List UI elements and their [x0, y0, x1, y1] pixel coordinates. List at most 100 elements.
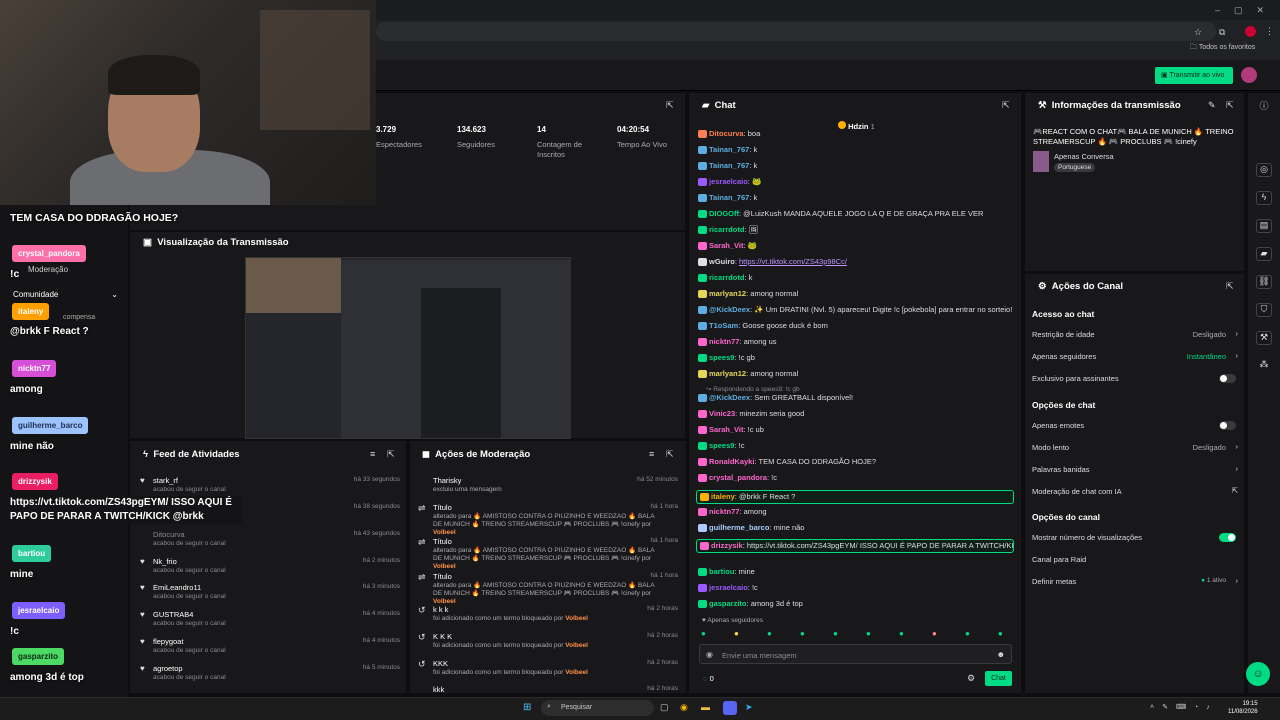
chat-username[interactable]: italeny: [711, 492, 735, 501]
ai-moderation-row[interactable]: Moderação de chat com IA ⇱: [1032, 486, 1238, 499]
chat-message[interactable]: @KickDeex: ✨ Um DRATINI (Nvl. 5) aparece…: [698, 305, 1016, 315]
assistant-fab[interactable]: ☺: [1246, 662, 1270, 686]
chat-username[interactable]: DIOGOff: [709, 209, 739, 218]
profile-avatar[interactable]: [1245, 26, 1256, 37]
chat-message[interactable]: ricarrdotd: k: [698, 273, 1016, 283]
tab-strip[interactable]: [376, 0, 1280, 20]
chat-message[interactable]: DIOGOff: @LuizKush MANDA AQUELE JOGO LA …: [698, 209, 1016, 219]
chat-input[interactable]: ◉ Envie uma mensagem ☻: [699, 644, 1012, 664]
feed-user[interactable]: flepygoat: [153, 637, 183, 646]
chat-message[interactable]: italeny: @brkk F React ?: [696, 490, 1014, 504]
chat-message[interactable]: guilherme_barco: mine não: [698, 523, 1016, 533]
folder-icon[interactable]: ▬: [701, 702, 710, 712]
chat-message[interactable]: Vinic23: minezim seria good: [698, 409, 1016, 419]
popout-icon[interactable]: ⇱: [666, 100, 674, 111]
chat-message[interactable]: marlyan12: among normal: [698, 289, 1016, 299]
obs-icon[interactable]: ◎: [1256, 163, 1272, 177]
chat-username[interactable]: RonaldKayki: [709, 457, 754, 466]
apps-icon[interactable]: ⁂: [1256, 359, 1272, 373]
taskbar-clock[interactable]: 19:15 11/08/2026: [1228, 700, 1258, 716]
channel-points[interactable]: ◌ 0: [703, 674, 714, 683]
subs-only-toggle[interactable]: [1219, 374, 1236, 383]
emote-icon[interactable]: ●: [899, 629, 904, 638]
mod-by[interactable]: Volbeel: [565, 642, 588, 649]
raid-row[interactable]: Canal para Raid: [1032, 555, 1238, 567]
chat-username[interactable]: Sarah_Vit: [709, 425, 743, 434]
chat-username[interactable]: Sarah_Vit: [709, 241, 743, 250]
chat-message[interactable]: ricarrdotd: 🖼: [698, 225, 1016, 235]
chat-message[interactable]: drizzysik: https://vt.tiktok.com/ZS43pgE…: [696, 539, 1014, 553]
taskbar-search[interactable]: ⌕ Pesquisar: [541, 700, 654, 716]
chat-message[interactable]: T1oSam: Goose goose duck é bom: [698, 321, 1016, 331]
feed-user[interactable]: agroetop: [153, 664, 183, 673]
mod-by[interactable]: Volbeel: [433, 529, 456, 536]
chat-bubble-icon[interactable]: ▰: [1256, 247, 1272, 261]
emotes-only-toggle[interactable]: [1219, 421, 1236, 430]
chat-username[interactable]: spees9: [709, 441, 734, 450]
chat-message[interactable]: spees9: !c: [698, 441, 1016, 451]
chat-username[interactable]: Vinic23: [709, 409, 735, 418]
chat-username[interactable]: ricarrdotd: [709, 273, 744, 282]
shield-icon[interactable]: ⛉: [1256, 303, 1272, 317]
emote-icon[interactable]: ●: [800, 629, 805, 638]
chat-message[interactable]: wGuiro: https://vt.tiktok.com/ZS43p98Cc/: [698, 257, 1016, 267]
emoji-icon[interactable]: ◉: [706, 650, 713, 659]
mod-by[interactable]: Volbeel: [433, 563, 456, 570]
emote-icon[interactable]: ●: [701, 629, 706, 638]
menu-icon[interactable]: ⋮: [1265, 26, 1274, 37]
emote-icon[interactable]: ●: [734, 629, 739, 638]
star-icon[interactable]: ☆: [1194, 27, 1202, 38]
chat-username[interactable]: jesraelcaio: [709, 177, 748, 186]
chat-username[interactable]: nicktn77: [709, 507, 739, 516]
feed-user[interactable]: stark_rf: [153, 476, 178, 485]
popout-icon[interactable]: ⇱: [1226, 100, 1234, 111]
chat-message[interactable]: Sarah_Vit: !c ub: [698, 425, 1016, 435]
show-viewers-toggle[interactable]: [1219, 533, 1236, 542]
popout-icon[interactable]: ⇱: [387, 449, 395, 460]
link-icon[interactable]: ⛓: [1256, 275, 1272, 289]
chat-message[interactable]: crystal_pandora: !c: [698, 473, 1016, 483]
chat-message[interactable]: RonaldKayki: TEM CASA DO DDRAGÃO HOJE?: [698, 457, 1016, 467]
chat-message[interactable]: nicktn77: among: [698, 507, 1016, 517]
chat-message[interactable]: bartiou: mine: [698, 567, 1016, 577]
wrench-icon[interactable]: ⚒: [1256, 331, 1272, 345]
chat-message[interactable]: spees9: !c gb: [698, 353, 1016, 363]
nav-community[interactable]: Comunidade ⌄: [13, 290, 118, 299]
banned-words-row[interactable]: Palavras banidas ›: [1032, 464, 1238, 477]
chat-message[interactable]: Tainan_767: k: [698, 145, 1016, 155]
slow-mode-row[interactable]: Modo lento Desligado ›: [1032, 442, 1238, 455]
chat-username[interactable]: jesraelcaio: [709, 583, 748, 592]
chrome-icon[interactable]: ◉: [680, 702, 688, 713]
chat-send-button[interactable]: Chat: [985, 671, 1012, 686]
filter-icon[interactable]: ≡: [649, 449, 654, 459]
taskview-icon[interactable]: ▢: [660, 702, 669, 713]
address-bar[interactable]: [376, 22, 1216, 41]
emote-icon[interactable]: ●: [833, 629, 838, 638]
chat-username[interactable]: spees9: [709, 353, 734, 362]
bookmarks-all[interactable]: 🗀 Todos os favoritos: [1190, 43, 1255, 54]
emote-bar[interactable]: ● ● ● ● ● ● ● ● ● ●: [701, 629, 1011, 640]
settings-icon[interactable]: ⚙: [967, 673, 975, 684]
mod-by[interactable]: Volbeel: [565, 615, 588, 622]
nav-item[interactable]: compensa: [63, 314, 95, 321]
emote-picker-icon[interactable]: ☻: [997, 650, 1005, 659]
filter-icon[interactable]: ≡: [370, 449, 375, 459]
chat-username[interactable]: Tainan_767: [709, 161, 749, 170]
document-icon[interactable]: ▤: [1256, 219, 1272, 233]
chat-message[interactable]: Sarah_Vit: 🐸: [698, 241, 1016, 251]
chat-username[interactable]: wGuiro: [709, 257, 735, 266]
mod-by[interactable]: Volbeel: [433, 598, 456, 605]
popout-icon[interactable]: ⇱: [1226, 281, 1234, 292]
user-avatar[interactable]: [1241, 67, 1257, 83]
chat-username[interactable]: guilherme_barco: [709, 523, 769, 532]
chat-username[interactable]: ricarrdotd: [709, 225, 744, 234]
chat-username[interactable]: Tainan_767: [709, 193, 749, 202]
chat-username[interactable]: gasparzito: [709, 599, 747, 608]
go-live-button[interactable]: ▣ Transmitir ao vivo: [1155, 67, 1233, 84]
bolt-icon[interactable]: ϟ: [1256, 191, 1272, 205]
mod-actor[interactable]: Tharisky: [433, 476, 461, 485]
feed-user[interactable]: GUSTRAB4: [153, 610, 193, 619]
popout-icon[interactable]: ⇱: [1002, 100, 1010, 111]
emote-icon[interactable]: ●: [767, 629, 772, 638]
chat-username[interactable]: crystal_pandora: [709, 473, 767, 482]
